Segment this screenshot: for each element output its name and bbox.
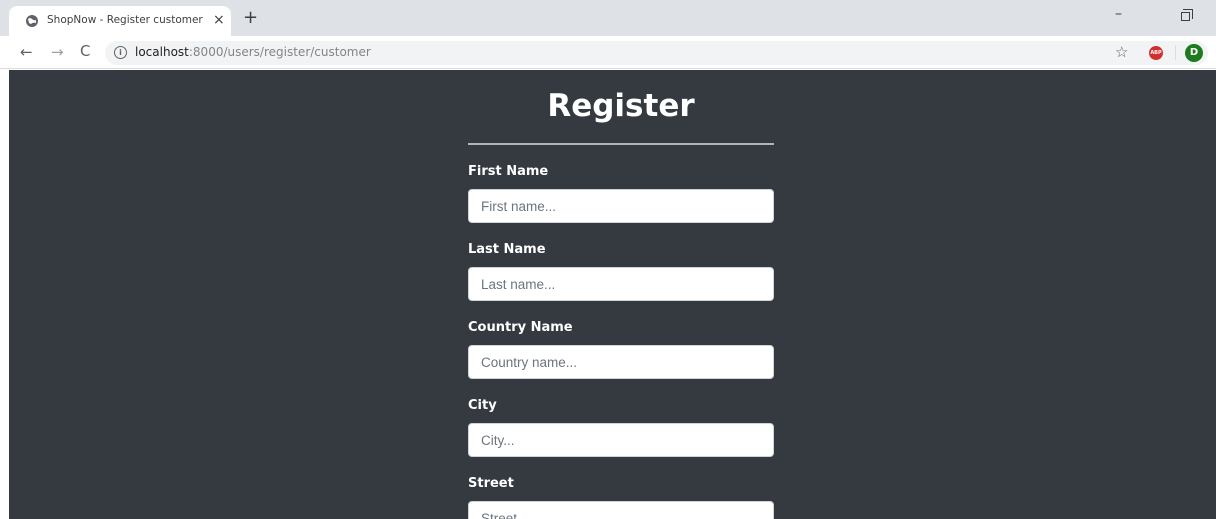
browser-toolbar: ← → C i localhost:8000/users/register/cu… — [0, 36, 1216, 69]
country-name-input[interactable] — [468, 345, 774, 379]
adblock-icon[interactable]: ABP — [1149, 46, 1163, 60]
bookmark-star-icon[interactable]: ☆ — [1115, 43, 1128, 61]
forward-arrow-icon[interactable]: → — [51, 43, 64, 61]
city-input[interactable] — [468, 423, 774, 457]
url-host: localhost — [135, 45, 189, 59]
country-name-label: Country Name — [468, 320, 573, 335]
address-bar[interactable]: i localhost:8000/users/register/customer… — [105, 41, 1208, 65]
minimize-button[interactable]: – — [1115, 6, 1122, 22]
street-input[interactable] — [468, 501, 774, 519]
first-name-input[interactable] — [468, 189, 774, 223]
tab-close-icon[interactable]: × — [213, 12, 225, 28]
title-divider — [468, 143, 774, 145]
back-arrow-icon[interactable]: ← — [20, 43, 33, 61]
profile-avatar[interactable]: D — [1185, 44, 1203, 62]
toolbar-divider — [1175, 46, 1176, 60]
page-title: Register — [547, 88, 695, 124]
street-label: Street — [468, 476, 514, 491]
info-icon[interactable]: i — [114, 46, 127, 59]
reload-icon[interactable]: C — [80, 42, 90, 60]
url-text[interactable]: localhost:8000/users/register/customer — [135, 45, 371, 59]
globe-icon — [26, 15, 38, 27]
tab-strip: ShopNow - Register customer × + – — [0, 0, 1216, 36]
new-tab-button[interactable]: + — [243, 8, 258, 28]
city-label: City — [468, 398, 497, 413]
tab-title: ShopNow - Register customer — [47, 14, 203, 26]
browser-tab[interactable]: ShopNow - Register customer × — [9, 6, 231, 36]
page-content: Register First Name Last Name Country Na… — [9, 70, 1216, 519]
last-name-input[interactable] — [468, 267, 774, 301]
first-name-label: First Name — [468, 164, 549, 179]
last-name-label: Last Name — [468, 242, 546, 257]
restore-button[interactable] — [1181, 9, 1193, 21]
url-path: :8000/users/register/customer — [188, 45, 371, 59]
